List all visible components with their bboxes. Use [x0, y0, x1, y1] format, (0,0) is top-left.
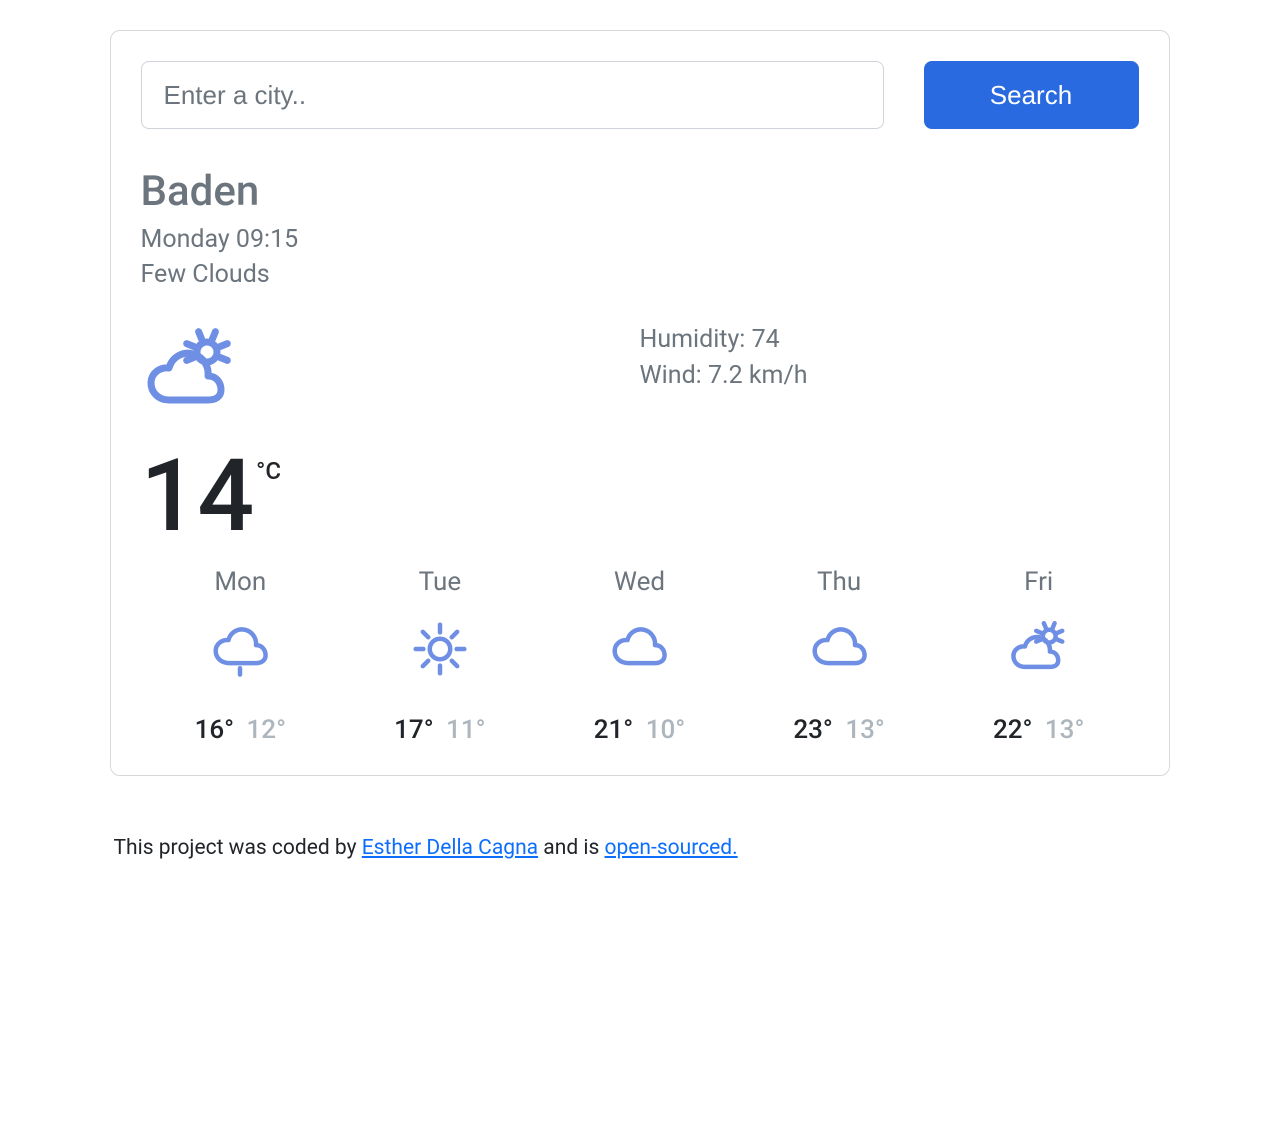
- forecast-day: Wed 21° 10°: [540, 567, 740, 745]
- forecast-day-icon: [141, 617, 341, 685]
- current-weather-icon: [141, 322, 640, 422]
- forecast-day-icon: [340, 617, 540, 685]
- forecast-day-temps: 23° 13°: [739, 715, 939, 745]
- forecast-day-name: Thu: [739, 567, 939, 597]
- forecast-day-max: 21°: [594, 715, 634, 745]
- forecast-day: Tue 17° 11°: [340, 567, 540, 745]
- wind: Wind: 7.2 km/h: [640, 358, 1139, 394]
- forecast-day-icon: [739, 617, 939, 685]
- footer: This project was coded by Esther Della C…: [110, 836, 1170, 860]
- current-temperature: 14 °C: [141, 447, 640, 547]
- current-date: Monday 09:15: [141, 222, 1139, 257]
- forecast-day-min: 13°: [1045, 715, 1085, 745]
- forecast-day-temps: 16° 12°: [141, 715, 341, 745]
- forecast-day-icon: [939, 617, 1139, 685]
- forecast-day-max: 16°: [195, 715, 235, 745]
- temperature-unit: °C: [256, 457, 281, 485]
- footer-author-link[interactable]: Esther Della Cagna: [362, 836, 538, 860]
- forecast-day-max: 22°: [993, 715, 1033, 745]
- footer-text-prefix: This project was coded by: [114, 836, 362, 860]
- forecast-day-icon: [540, 617, 740, 685]
- forecast-day-name: Tue: [340, 567, 540, 597]
- forecast-day-name: Mon: [141, 567, 341, 597]
- forecast-day-name: Wed: [540, 567, 740, 597]
- forecast-day-max: 23°: [793, 715, 833, 745]
- forecast-day-temps: 22° 13°: [939, 715, 1139, 745]
- city-name: Baden: [141, 167, 1139, 216]
- forecast-day-name: Fri: [939, 567, 1139, 597]
- forecast-day: Mon 16° 12°: [141, 567, 341, 745]
- search-button[interactable]: Search: [924, 61, 1139, 129]
- footer-text-middle: and is: [538, 836, 604, 860]
- forecast-day: Thu 23° 13°: [739, 567, 939, 745]
- forecast-day-min: 11°: [446, 715, 486, 745]
- temperature-value: 14: [141, 447, 255, 547]
- forecast-day-min: 12°: [247, 715, 287, 745]
- humidity: Humidity: 74: [640, 322, 1139, 358]
- current-description: Few Clouds: [141, 257, 1139, 292]
- forecast-day-temps: 17° 11°: [340, 715, 540, 745]
- forecast-day: Fri 22° 13°: [939, 567, 1139, 745]
- search-form: Search: [141, 61, 1139, 129]
- forecast-day-min: 10°: [646, 715, 686, 745]
- forecast-day-max: 17°: [394, 715, 434, 745]
- forecast-day-temps: 21° 10°: [540, 715, 740, 745]
- city-search-input[interactable]: [141, 61, 884, 129]
- forecast: Mon 16° 12° Tue 17° 11° Wed 21° 10° Thu …: [141, 567, 1139, 745]
- weather-widget: Search Baden Monday 09:15 Few Clouds 14 …: [110, 30, 1170, 776]
- current-conditions: 14 °C Humidity: 74 Wind: 7.2 km/h: [141, 322, 1139, 547]
- forecast-day-min: 13°: [845, 715, 885, 745]
- footer-source-link[interactable]: open-sourced.: [605, 836, 738, 860]
- overview: Baden Monday 09:15 Few Clouds: [141, 167, 1139, 292]
